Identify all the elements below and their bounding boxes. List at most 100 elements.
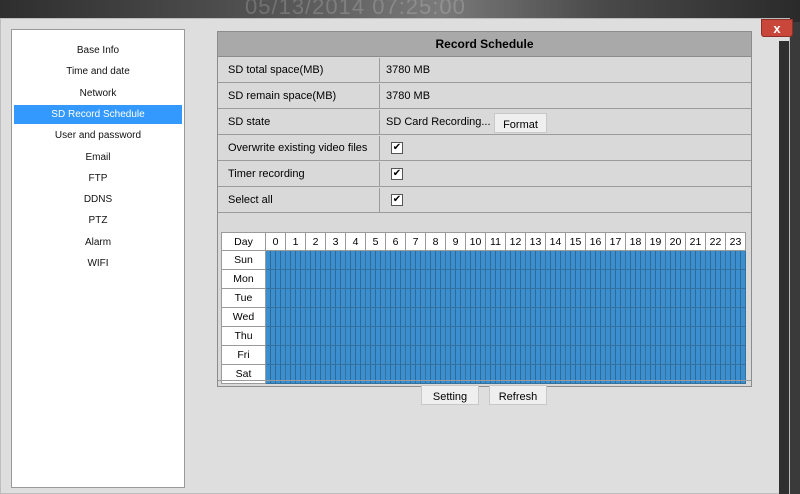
schedule-slot[interactable] (721, 346, 725, 364)
schedule-slot[interactable] (461, 270, 465, 288)
schedule-slot[interactable] (421, 251, 425, 269)
schedule-slot[interactable] (621, 270, 625, 288)
schedule-slot[interactable] (361, 270, 365, 288)
schedule-slot[interactable] (461, 289, 465, 307)
schedule-slot[interactable] (421, 308, 425, 326)
schedule-slot[interactable] (501, 308, 505, 326)
hour-label[interactable]: 8 (425, 232, 446, 251)
hour-label[interactable]: 0 (265, 232, 286, 251)
schedule-slot[interactable] (481, 346, 485, 364)
hour-label[interactable]: 15 (565, 232, 586, 251)
schedule-slot[interactable] (681, 270, 685, 288)
schedule-slot[interactable] (441, 327, 445, 345)
schedule-slot[interactable] (681, 251, 685, 269)
schedule-slot[interactable] (721, 289, 725, 307)
schedule-slot[interactable] (561, 327, 565, 345)
schedule-slot[interactable] (301, 346, 305, 364)
schedule-slot[interactable] (641, 289, 645, 307)
sidebar-item-user-and-password[interactable]: User and password (14, 126, 182, 145)
schedule-slot[interactable] (381, 308, 385, 326)
schedule-slot[interactable] (401, 251, 405, 269)
schedule-slot[interactable] (321, 251, 325, 269)
schedule-slot[interactable] (301, 327, 305, 345)
schedule-slot[interactable] (581, 270, 585, 288)
schedule-slot[interactable] (501, 346, 505, 364)
schedule-slot[interactable] (361, 308, 365, 326)
setting-button[interactable]: Setting (421, 385, 479, 405)
schedule-slot[interactable] (501, 289, 505, 307)
schedule-slot[interactable] (481, 251, 485, 269)
sidebar-item-email[interactable]: Email (14, 148, 182, 167)
hour-label[interactable]: 20 (665, 232, 686, 251)
schedule-slot[interactable] (721, 327, 725, 345)
schedule-slot[interactable] (441, 308, 445, 326)
schedule-slot[interactable] (741, 251, 745, 269)
schedule-slot[interactable] (561, 251, 565, 269)
schedule-slot[interactable] (501, 251, 505, 269)
schedule-slot[interactable] (681, 346, 685, 364)
schedule-slot[interactable] (541, 270, 545, 288)
schedule-slot[interactable] (481, 327, 485, 345)
schedule-slot[interactable] (481, 289, 485, 307)
schedule-slot[interactable] (341, 251, 345, 269)
timer-checkbox[interactable]: ✔ (391, 168, 403, 180)
schedule-slot[interactable] (441, 346, 445, 364)
schedule-slot[interactable] (641, 346, 645, 364)
day-label[interactable]: Thu (221, 326, 266, 346)
schedule-slot[interactable] (561, 308, 565, 326)
schedule-slot[interactable] (521, 327, 525, 345)
schedule-slot[interactable] (381, 289, 385, 307)
schedule-slot[interactable] (601, 346, 605, 364)
hour-label[interactable]: 13 (525, 232, 546, 251)
schedule-slot[interactable] (361, 346, 365, 364)
schedule-slot[interactable] (501, 327, 505, 345)
schedule-slot[interactable] (361, 289, 365, 307)
schedule-slot[interactable] (521, 308, 525, 326)
schedule-slot[interactable] (421, 270, 425, 288)
schedule-slot[interactable] (641, 251, 645, 269)
schedule-slot[interactable] (461, 327, 465, 345)
schedule-slot[interactable] (301, 270, 305, 288)
hour-label[interactable]: 21 (685, 232, 706, 251)
schedule-slot[interactable] (681, 289, 685, 307)
schedule-slot[interactable] (621, 308, 625, 326)
schedule-slot[interactable] (661, 308, 665, 326)
schedule-slot[interactable] (601, 327, 605, 345)
schedule-slot[interactable] (401, 308, 405, 326)
schedule-slot[interactable] (621, 346, 625, 364)
hour-label[interactable]: 16 (585, 232, 606, 251)
schedule-slot[interactable] (421, 327, 425, 345)
schedule-slot[interactable] (581, 327, 585, 345)
schedule-slot[interactable] (601, 270, 605, 288)
schedule-slot[interactable] (421, 346, 425, 364)
select-all-checkbox[interactable]: ✔ (391, 194, 403, 206)
schedule-slot[interactable] (321, 327, 325, 345)
schedule-slot[interactable] (661, 346, 665, 364)
sidebar-item-network[interactable]: Network (14, 84, 182, 103)
schedule-slot[interactable] (701, 251, 705, 269)
schedule-slot[interactable] (401, 327, 405, 345)
schedule-slot[interactable] (721, 270, 725, 288)
scrollbar[interactable] (779, 41, 789, 494)
schedule-slot[interactable] (321, 270, 325, 288)
schedule-slot[interactable] (741, 308, 745, 326)
schedule-slot[interactable] (701, 289, 705, 307)
schedule-slot[interactable] (361, 251, 365, 269)
schedule-slot[interactable] (661, 289, 665, 307)
schedule-slot[interactable] (541, 308, 545, 326)
schedule-slot[interactable] (541, 346, 545, 364)
schedule-slot[interactable] (741, 289, 745, 307)
schedule-slot[interactable] (581, 308, 585, 326)
schedule-slot[interactable] (281, 289, 285, 307)
schedule-slot[interactable] (321, 308, 325, 326)
schedule-slot[interactable] (321, 289, 325, 307)
schedule-slot[interactable] (661, 270, 665, 288)
schedule-slot[interactable] (401, 270, 405, 288)
hour-label[interactable]: 11 (485, 232, 506, 251)
schedule-slot[interactable] (281, 327, 285, 345)
hour-label[interactable]: 12 (505, 232, 526, 251)
hour-label[interactable]: 10 (465, 232, 486, 251)
sidebar-item-ptz[interactable]: PTZ (14, 211, 182, 230)
schedule-slot[interactable] (401, 289, 405, 307)
schedule-slot[interactable] (401, 346, 405, 364)
